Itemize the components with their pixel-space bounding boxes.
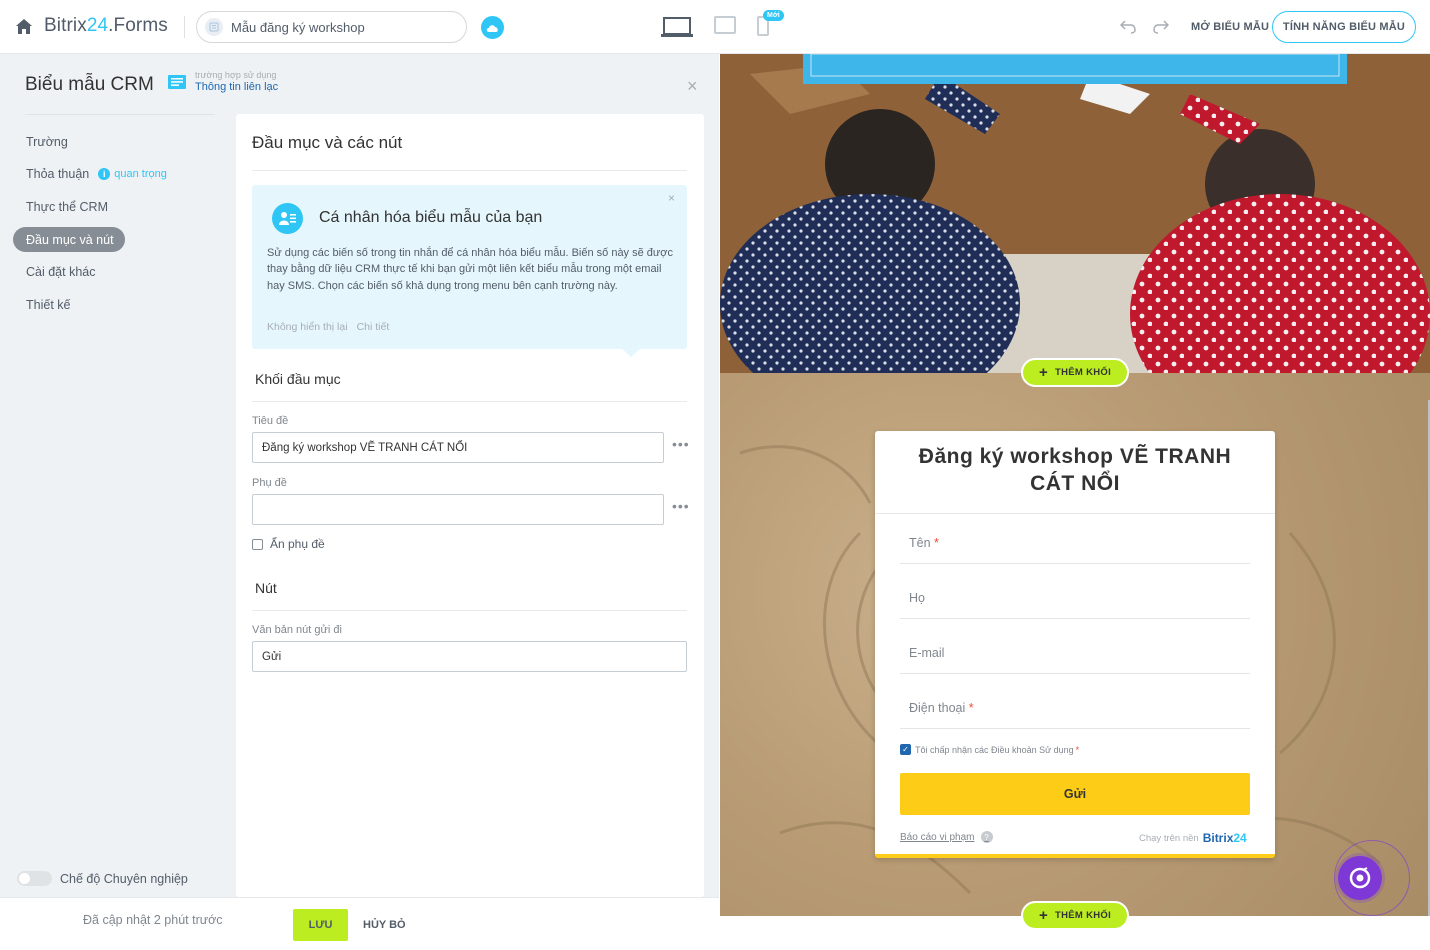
pro-mode-label: Chế độ Chuyên nghiệp: [60, 871, 188, 886]
first-name-field[interactable]: Tên *: [900, 527, 1250, 564]
divider: [252, 610, 687, 611]
title-label: Tiêu đề: [252, 415, 289, 427]
bottom-bar: Đã cập nhật 2 phút trước LƯU HỦY BỎ: [0, 897, 719, 950]
open-form-link[interactable]: MỞ BIỂU MẪU: [1191, 21, 1269, 33]
details-link[interactable]: Chi tiết: [357, 321, 390, 333]
new-badge: Mới: [763, 10, 784, 21]
plus-icon: +: [1038, 907, 1049, 924]
home-icon[interactable]: [16, 19, 32, 34]
use-case-caption: trường hợp sử dụng: [195, 70, 277, 80]
cancel-button[interactable]: HỦY BỎ: [363, 919, 406, 931]
preview-form-title: Đăng ký workshop VẼ TRANH CÁT NỔI: [918, 445, 1232, 495]
hint-pointer: [620, 347, 642, 357]
submit-text-label: Văn bản nút gửi đi: [252, 624, 342, 636]
info-icon: i: [98, 168, 111, 181]
form-selector[interactable]: Mẫu đăng ký workshop: [196, 11, 467, 43]
divider: [252, 170, 687, 171]
workshop-photo: [720, 54, 1430, 373]
terms-checkbox[interactable]: ✓: [900, 744, 911, 755]
contact-card-icon: [272, 203, 303, 234]
hint-close-icon[interactable]: ×: [668, 191, 675, 205]
subtitle-label: Phụ đề: [252, 477, 287, 489]
undo-icon[interactable]: [1120, 18, 1136, 34]
top-bar: Bitrix24.Forms Mẫu đăng ký workshop Mới …: [0, 0, 1430, 54]
card-title: Đầu mục và các nút: [252, 133, 403, 152]
hide-subtitle-option[interactable]: Ẩn phụ đề: [252, 537, 325, 551]
more-icon[interactable]: •••: [672, 498, 690, 514]
important-note: i quan trọng: [98, 168, 167, 181]
personalize-hint: Cá nhân hóa biểu mẫu của bạn × Sử dụng c…: [252, 185, 687, 357]
use-case[interactable]: trường hợp sử dụng Thông tin liên lạc: [168, 70, 278, 93]
submit-text-input[interactable]: Gửi: [252, 641, 687, 672]
preview-form: Đăng ký workshop VẼ TRANH CÁT NỔI Tên * …: [875, 431, 1275, 858]
settings-panel: Biểu mẫu CRM trường hợp sử dụng Thông ti…: [0, 54, 719, 897]
sidebar-nav: Trường Thỏa thuận i quan trọng Thực thể CR…: [13, 129, 233, 325]
subtitle-input[interactable]: [252, 494, 664, 525]
divider: [184, 16, 185, 38]
help-icon[interactable]: ?: [980, 831, 993, 843]
form-icon: [205, 18, 223, 36]
dont-show-again-link[interactable]: Không hiển thị lại: [267, 321, 348, 333]
desktop-view-icon[interactable]: [661, 16, 693, 38]
header-block-title: Khối đầu mục: [255, 371, 341, 387]
sidebar-item-other-settings[interactable]: Cài đặt khác: [13, 260, 233, 285]
sidebar-item-design[interactable]: Thiết kế: [13, 292, 233, 317]
title-input[interactable]: Đăng ký workshop VẼ TRANH CÁT NỔI: [252, 432, 664, 463]
sidebar-item-header-buttons[interactable]: Đầu mục và nút: [13, 227, 125, 253]
divider: [252, 401, 687, 402]
cloud-icon[interactable]: [481, 16, 504, 39]
last-name-field[interactable]: Họ: [900, 582, 1250, 619]
close-icon[interactable]: ×: [687, 77, 698, 95]
hint-title: Cá nhân hóa biểu mẫu của bạn: [319, 209, 543, 226]
pro-mode-toggle[interactable]: Chế độ Chuyên nghiệp: [17, 871, 188, 886]
powered-by[interactable]: Chạy trên nền Bitrix24: [1139, 831, 1247, 845]
sidebar-item-fields[interactable]: Trường: [13, 129, 233, 154]
preview-submit-button[interactable]: Gửi: [900, 773, 1250, 815]
last-updated: Đã cập nhật 2 phút trước: [83, 913, 223, 927]
divider: [25, 114, 215, 115]
phone-field[interactable]: Điện thoại *: [900, 692, 1250, 729]
more-icon[interactable]: •••: [672, 436, 690, 452]
tablet-view-icon[interactable]: [714, 16, 736, 34]
sidebar-item-crm-entities[interactable]: Thực thể CRM: [13, 194, 233, 219]
app-logo[interactable]: Bitrix24.Forms: [44, 15, 168, 37]
hint-text: Sử dụng các biến số trong tin nhắn để cá…: [267, 247, 673, 292]
email-field[interactable]: E-mail: [900, 637, 1250, 674]
panel-title: Biểu mẫu CRM: [25, 74, 154, 95]
toggle-switch[interactable]: [17, 871, 52, 886]
divider: [875, 513, 1275, 514]
list-icon: [168, 75, 186, 89]
chat-widget-icon[interactable]: [1338, 856, 1382, 900]
form-features-button[interactable]: TÍNH NĂNG BIỂU MẪU: [1272, 11, 1416, 43]
add-block-button[interactable]: + THÊM KHỐI: [1021, 901, 1129, 930]
terms-agreement[interactable]: ✓ Tôi chấp nhận các Điều khoản Sử dụng *: [900, 744, 1079, 755]
use-case-link[interactable]: Thông tin liên lạc: [195, 81, 278, 93]
hide-subtitle-checkbox[interactable]: [252, 538, 263, 550]
redo-icon[interactable]: [1153, 18, 1169, 34]
report-abuse-link[interactable]: Báo cáo vi phạm?: [900, 831, 993, 843]
save-button[interactable]: LƯU: [293, 909, 348, 941]
button-section-title: Nút: [255, 580, 277, 596]
settings-card: Đầu mục và các nút Cá nhân hóa biểu mẫu …: [236, 114, 704, 897]
add-block-button[interactable]: + THÊM KHỐI: [1021, 358, 1129, 387]
form-preview: + THÊM KHỐI Đăng ký workshop VẼ TRANH CÁT…: [720, 54, 1430, 950]
form-name: Mẫu đăng ký workshop: [231, 19, 365, 35]
sidebar-item-agreements[interactable]: Thỏa thuận i quan trọng: [13, 162, 233, 187]
plus-icon: +: [1038, 364, 1049, 381]
